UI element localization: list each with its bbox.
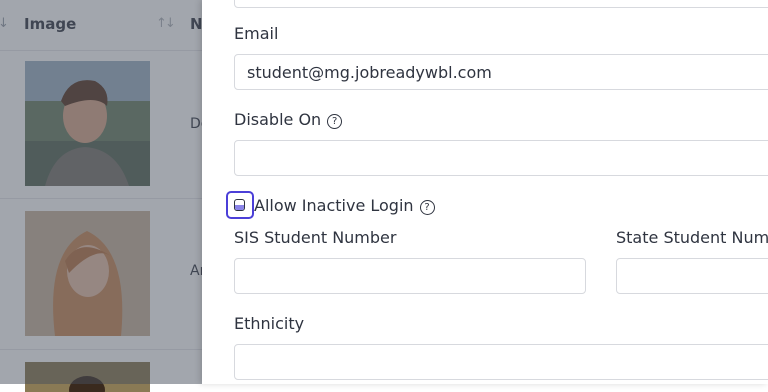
edit-student-drawer: Email student@mg.jobreadywbl.com Disable… (202, 0, 768, 384)
ethnicity-label: Ethnicity (234, 314, 305, 333)
state-student-number-input[interactable] (616, 258, 768, 294)
checkbox-icon[interactable] (234, 199, 245, 211)
disable-on-label: Disable On? (234, 110, 343, 129)
help-icon[interactable]: ? (419, 200, 435, 215)
allow-inactive-login-label: Allow Inactive Login? (254, 196, 435, 215)
email-field[interactable]: student@mg.jobreadywbl.com (234, 54, 768, 90)
sis-student-number-input[interactable] (234, 258, 586, 294)
allow-inactive-login-label-text: Allow Inactive Login (254, 196, 414, 215)
allow-inactive-login-checkbox-focus[interactable] (226, 191, 254, 219)
sis-student-number-label: SIS Student Number (234, 228, 397, 247)
disable-on-date-input[interactable] (234, 140, 768, 176)
email-label: Email (234, 24, 279, 43)
disable-on-label-text: Disable On (234, 110, 322, 129)
state-student-number-label: State Student Numb (616, 228, 768, 247)
previous-field-input[interactable] (234, 0, 768, 8)
ethnicity-select[interactable] (234, 344, 768, 380)
help-icon[interactable]: ? (327, 114, 343, 129)
